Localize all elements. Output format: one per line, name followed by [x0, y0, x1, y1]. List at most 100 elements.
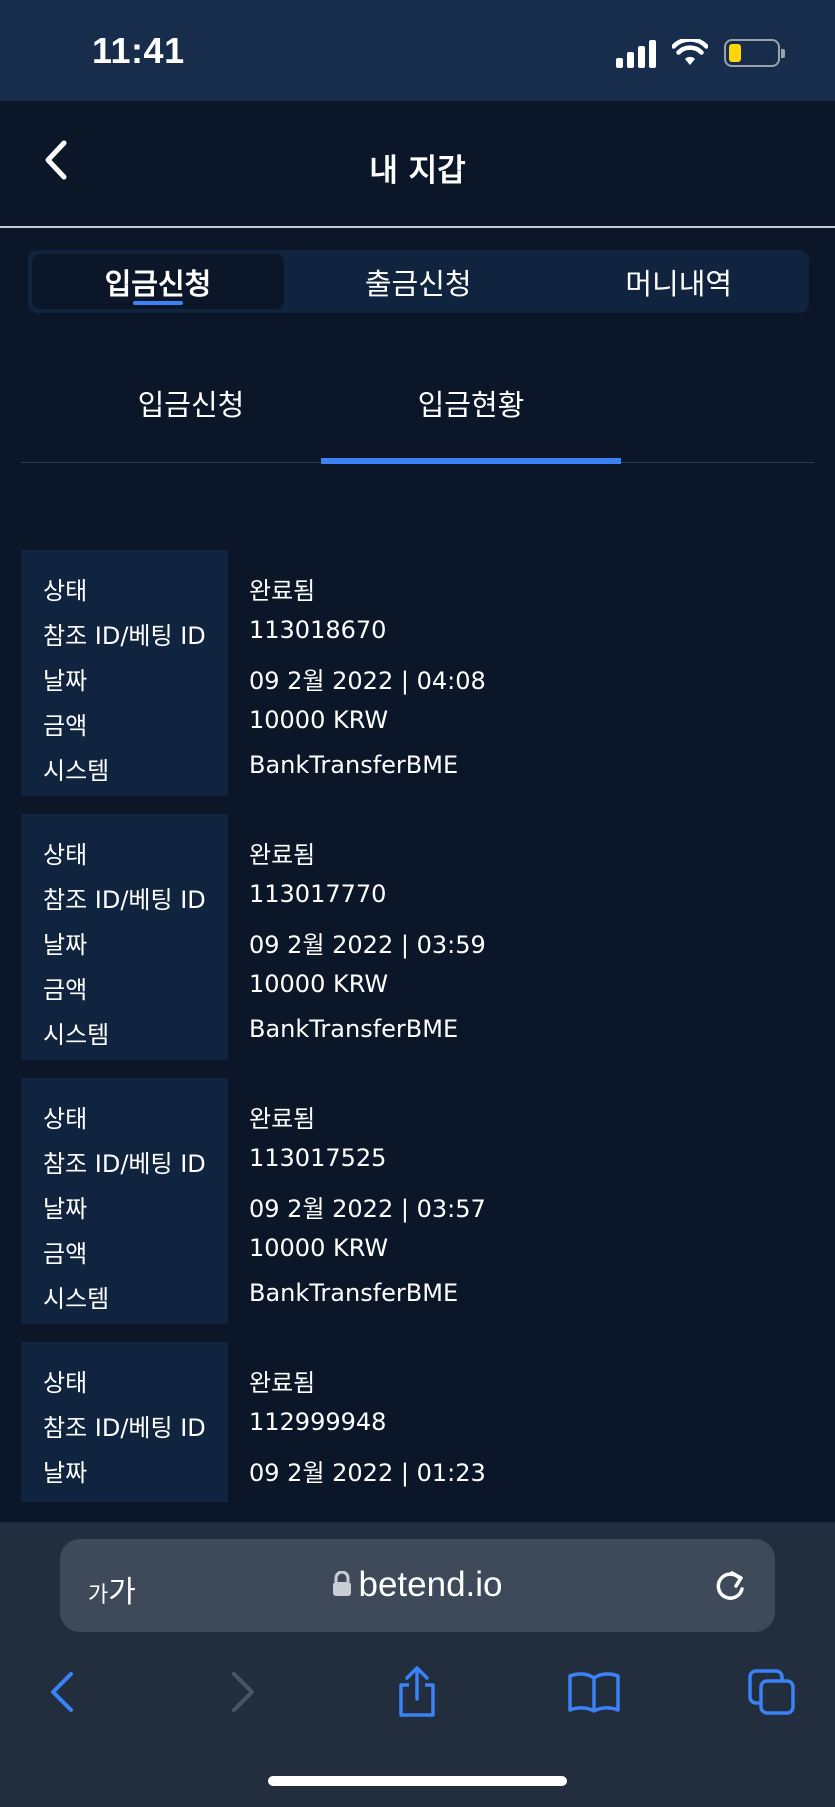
amount-value: 10000 KRW — [249, 1234, 389, 1262]
system-label: 시스템 — [43, 757, 110, 785]
reload-button[interactable] — [711, 1565, 749, 1609]
system-label: 시스템 — [43, 1021, 110, 1049]
address-bar[interactable]: 가가 betend.io — [60, 1539, 775, 1632]
record-row-amount: 금액 10000 KRW — [21, 1226, 814, 1271]
battery-level — [729, 44, 741, 62]
app-header: 내 지갑 — [0, 101, 835, 228]
deposit-record: 상태 완료됨 참조 ID/베팅 ID 113018670 날짜 09 2월 20… — [21, 550, 814, 796]
record-row-date: 날짜 09 2월 2022 | 03:57 — [21, 1181, 814, 1226]
battery-icon — [724, 39, 785, 67]
status-icons — [616, 38, 785, 68]
date-label: 날짜 — [43, 1459, 88, 1487]
record-row-status: 상태 완료됨 — [21, 563, 814, 608]
subtab-deposit-request[interactable]: 입금신청 — [41, 370, 341, 464]
record-row-ref-id: 참조 ID/베팅 ID 113017525 — [21, 1136, 814, 1181]
amount-value: 10000 KRW — [249, 706, 389, 734]
date-value: 09 2월 2022 | 03:59 — [249, 931, 486, 959]
header-divider — [0, 226, 835, 228]
status-value: 완료됨 — [249, 1105, 316, 1133]
status-label: 상태 — [43, 1105, 88, 1133]
main-tabs: 입금신청 출금신청 머니내역 — [28, 250, 809, 313]
ref-id-value: 113018670 — [249, 616, 387, 644]
sub-tabs: 입금신청 입금현황 — [21, 370, 814, 464]
ref-id-label: 참조 ID/베팅 ID — [43, 886, 206, 914]
record-row-date: 날짜 09 2월 2022 | 03:59 — [21, 917, 814, 962]
date-value: 09 2월 2022 | 04:08 — [249, 667, 486, 695]
tab-label: 입금신청 — [104, 266, 212, 301]
url-display: betend.io — [60, 1565, 775, 1605]
page-title: 내 지갑 — [369, 153, 466, 189]
amount-label: 금액 — [43, 712, 88, 740]
record-row-system: 시스템 BankTransferBME — [21, 743, 814, 788]
record-row-system: 시스템 BankTransferBME — [21, 1007, 814, 1052]
date-value: 09 2월 2022 | 01:23 — [249, 1459, 486, 1487]
tab-withdraw-request[interactable]: 출금신청 — [288, 250, 549, 313]
browser-back-button[interactable] — [32, 1662, 92, 1722]
status-label: 상태 — [43, 1369, 88, 1397]
deposit-record: 상태 완료됨 참조 ID/베팅 ID 112999948 날짜 09 2월 20… — [21, 1342, 814, 1502]
share-icon — [399, 1666, 435, 1717]
browser-nav — [0, 1662, 835, 1732]
active-subtab-indicator — [321, 458, 621, 464]
chevron-right-icon — [232, 1672, 254, 1712]
record-row-system: 시스템 BankTransferBME — [21, 1271, 814, 1316]
book-icon — [568, 1672, 620, 1713]
subtab-deposit-status[interactable]: 입금현황 — [321, 370, 621, 464]
tabs-icon — [748, 1669, 795, 1715]
system-value: BankTransferBME — [249, 751, 459, 779]
date-value: 09 2월 2022 | 03:57 — [249, 1195, 486, 1223]
status-value: 완료됨 — [249, 577, 316, 605]
share-button[interactable] — [387, 1662, 447, 1722]
date-label: 날짜 — [43, 931, 88, 959]
status-time: 11:41 — [92, 30, 185, 71]
chevron-left-icon — [51, 1672, 73, 1712]
deposit-record: 상태 완료됨 참조 ID/베팅 ID 113017770 날짜 09 2월 20… — [21, 814, 814, 1060]
url-text: betend.io — [358, 1565, 503, 1604]
ref-id-label: 참조 ID/베팅 ID — [43, 1150, 206, 1178]
ref-id-label: 참조 ID/베팅 ID — [43, 622, 206, 650]
cellular-signal-icon — [616, 38, 656, 68]
tab-label: 머니내역 — [625, 266, 733, 301]
record-row-amount: 금액 10000 KRW — [21, 698, 814, 743]
active-tab-indicator — [133, 301, 183, 305]
ref-id-value: 113017525 — [249, 1144, 387, 1172]
browser-toolbar: 가가 betend.io — [0, 1522, 835, 1807]
ref-id-label: 참조 ID/베팅 ID — [43, 1414, 206, 1442]
status-label: 상태 — [43, 841, 88, 869]
ref-id-value: 113017770 — [249, 880, 387, 908]
amount-value: 10000 KRW — [249, 970, 389, 998]
tabs-button[interactable] — [742, 1662, 802, 1722]
system-value: BankTransferBME — [249, 1279, 459, 1307]
record-row-amount: 금액 10000 KRW — [21, 962, 814, 1007]
status-value: 완료됨 — [249, 1369, 316, 1397]
status-bar: 11:41 — [0, 0, 835, 101]
record-row-status: 상태 완료됨 — [21, 1355, 814, 1400]
tab-label: 출금신청 — [364, 266, 472, 301]
record-row-date: 날짜 09 2월 2022 | 01:23 — [21, 1445, 814, 1490]
date-label: 날짜 — [43, 1195, 88, 1223]
record-row-date: 날짜 09 2월 2022 | 04:08 — [21, 653, 814, 698]
record-row-status: 상태 완료됨 — [21, 827, 814, 872]
system-value: BankTransferBME — [249, 1015, 459, 1043]
record-row-status: 상태 완료됨 — [21, 1091, 814, 1136]
date-label: 날짜 — [43, 667, 88, 695]
lock-icon — [333, 1570, 352, 1596]
status-value: 완료됨 — [249, 841, 316, 869]
amount-label: 금액 — [43, 1240, 88, 1268]
browser-forward-button[interactable] — [213, 1662, 273, 1722]
record-row-ref-id: 참조 ID/베팅 ID 113018670 — [21, 608, 814, 653]
reload-icon — [716, 1571, 744, 1600]
tab-deposit-request[interactable]: 입금신청 — [32, 254, 284, 309]
ref-id-value: 112999948 — [249, 1408, 387, 1436]
wifi-icon — [672, 39, 708, 65]
deposit-record: 상태 완료됨 참조 ID/베팅 ID 113017525 날짜 09 2월 20… — [21, 1078, 814, 1324]
bookmarks-button[interactable] — [564, 1662, 624, 1722]
system-label: 시스템 — [43, 1285, 110, 1313]
record-row-ref-id: 참조 ID/베팅 ID 113017770 — [21, 872, 814, 917]
status-label: 상태 — [43, 577, 88, 605]
tab-money-history[interactable]: 머니내역 — [549, 250, 810, 313]
deposit-records-list: 상태 완료됨 참조 ID/베팅 ID 113018670 날짜 09 2월 20… — [21, 550, 814, 1520]
amount-label: 금액 — [43, 976, 88, 1004]
record-row-ref-id: 참조 ID/베팅 ID 112999948 — [21, 1400, 814, 1445]
home-indicator — [268, 1776, 567, 1786]
